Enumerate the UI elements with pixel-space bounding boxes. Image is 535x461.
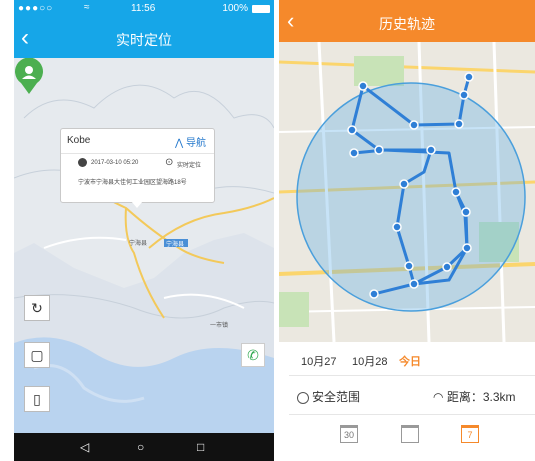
map-view[interactable] (279, 42, 535, 342)
page-title: 历史轨迹 (379, 16, 435, 32)
track-map (279, 42, 535, 342)
nav-back-icon[interactable]: ◁ (80, 440, 89, 454)
signal-icon: ●●●○○ (18, 3, 54, 14)
safe-range-toggle[interactable]: 安全范围 (297, 388, 360, 405)
wifi-icon: ≈ (84, 2, 90, 13)
date-selector: 10月27 10月28 今日 (279, 350, 535, 372)
phone-call-icon: ✆ (247, 347, 259, 363)
layers-icon: ▢ (30, 347, 44, 363)
popup-tail (131, 201, 143, 208)
map-view[interactable]: 宁海县 宁海县 一市镇 Kobe ⋀ 导航 2017-03-10 05:20 ⊙… (14, 58, 274, 433)
title-bar: ‹ 实时定位 (14, 18, 274, 58)
calendar-today-icon[interactable]: 7 (461, 425, 479, 443)
clock-icon (78, 158, 87, 167)
radio-icon (297, 391, 309, 404)
title-bar: ‹ 历史轨迹 (279, 0, 535, 42)
navigate-icon: ⋀ (175, 138, 184, 149)
date-option[interactable]: 10月28 (352, 353, 387, 369)
location-pin-icon[interactable] (14, 58, 44, 94)
calendar-month-icon[interactable]: 30 (340, 425, 358, 443)
android-nav-bar: ◁ ○ □ (14, 433, 274, 461)
map-label: 宁海县 (129, 241, 148, 247)
locate-label[interactable]: 实时定位 (177, 160, 201, 169)
history-track-screen: ‹ 历史轨迹 10月27 10月28 今日 安全范围 ◠ 距离：3.3km 30… (279, 0, 535, 461)
battery-icon (252, 5, 270, 13)
status-bar: ●●●○○ ≈ 11:56 100% (14, 0, 274, 18)
refresh-icon: ↻ (31, 300, 43, 316)
date-option[interactable]: 10月27 (301, 353, 336, 369)
navigate-label: 导航 (186, 138, 206, 149)
divider (289, 375, 535, 376)
timestamp: 2017-03-10 05:20 (91, 160, 139, 166)
locate-icon[interactable]: ⊙ (165, 157, 173, 168)
nav-recent-icon[interactable]: □ (197, 440, 204, 454)
layer-button[interactable]: ▢ (24, 342, 50, 368)
refresh-button[interactable]: ↻ (24, 295, 50, 321)
nav-home-icon[interactable]: ○ (137, 440, 144, 454)
address-text: 宁波市宁海县大佳何工业园区望海路18号 (78, 180, 187, 186)
device-button[interactable]: ▯ (24, 386, 50, 412)
status-time: 11:56 (131, 3, 156, 14)
page-title: 实时定位 (116, 32, 172, 48)
divider (61, 153, 214, 154)
distance-icon: ◠ (433, 390, 447, 404)
map-label: 一市镇 (210, 323, 229, 329)
safe-range-label: 安全范围 (312, 390, 361, 404)
location-popup: Kobe ⋀ 导航 2017-03-10 05:20 ⊙ 实时定位 宁波市宁海县… (60, 128, 215, 208)
distance-label: 距离：3.3km (446, 390, 516, 404)
device-name: Kobe (67, 135, 91, 146)
calendar-blank-icon[interactable] (401, 425, 419, 443)
battery-percent: 100% (222, 3, 248, 14)
phone-icon: ▯ (33, 391, 41, 407)
call-button[interactable]: ✆ (241, 343, 265, 367)
date-option-today[interactable]: 今日 (399, 353, 421, 369)
map-label: 宁海县 (166, 242, 185, 248)
distance-display: ◠ 距离：3.3km (433, 388, 516, 405)
realtime-location-screen: ●●●○○ ≈ 11:56 100% ‹ 实时定位 宁海县 宁海县 一市镇 Ko… (14, 0, 274, 461)
navigate-button[interactable]: ⋀ 导航 (175, 134, 206, 149)
divider (289, 414, 535, 415)
